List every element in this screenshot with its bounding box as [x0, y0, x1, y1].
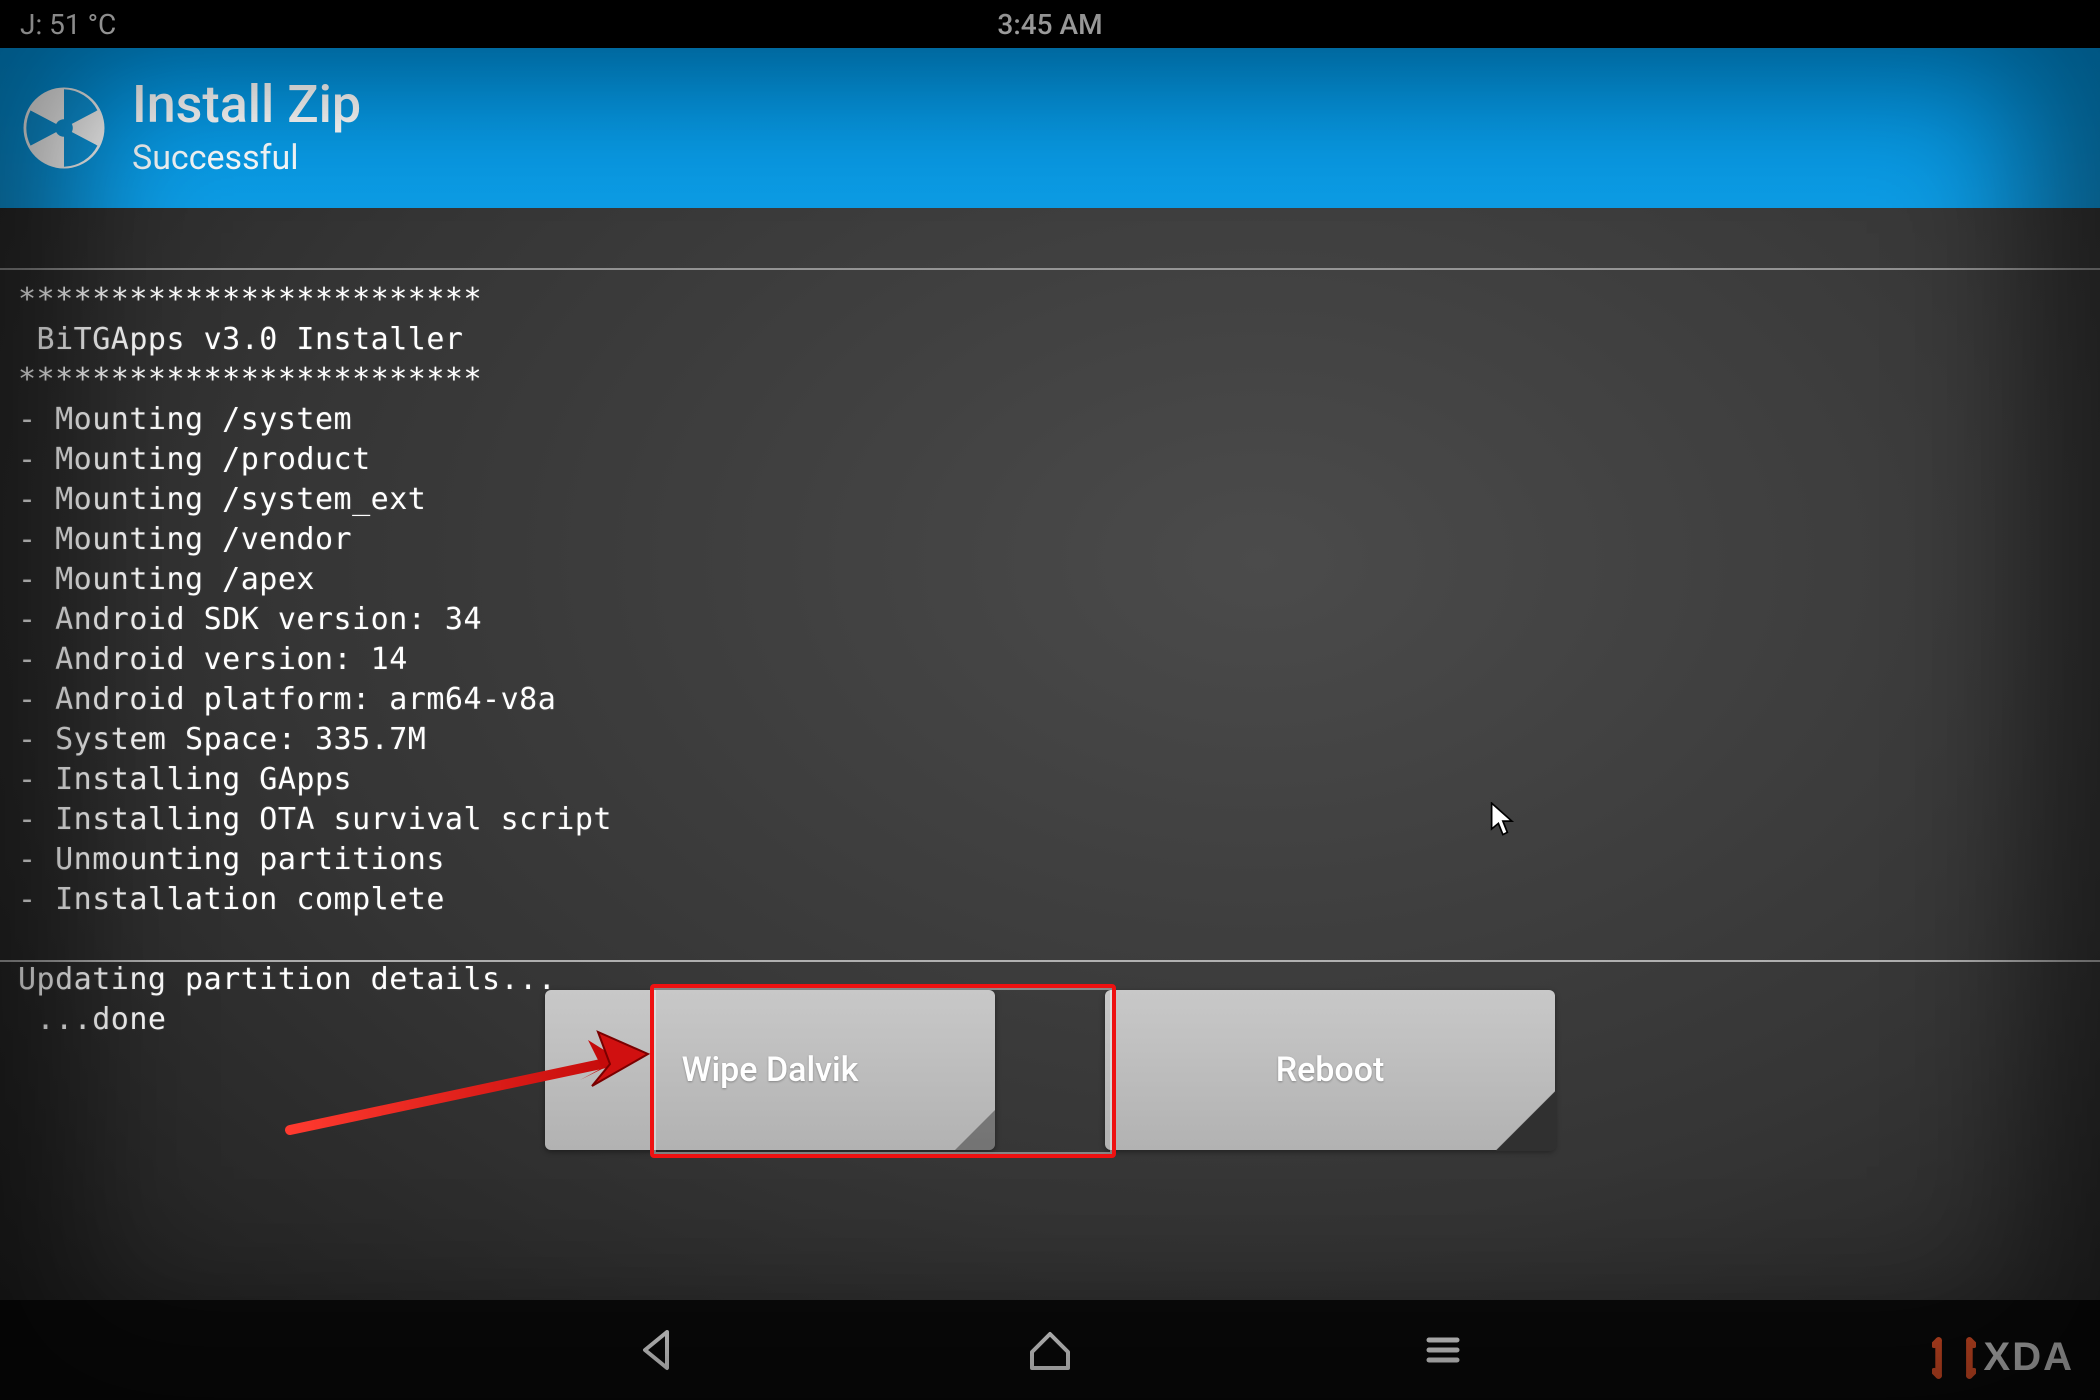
nav-menu-button[interactable]	[1413, 1320, 1473, 1380]
twrp-logo-icon	[20, 84, 108, 172]
status-time: 3:45 AM	[997, 8, 1102, 41]
reboot-button[interactable]: Reboot	[1105, 990, 1555, 1150]
status-bar: J: 51 °C 3:45 AM	[0, 0, 2100, 48]
home-icon	[1026, 1326, 1074, 1374]
back-icon	[633, 1326, 681, 1374]
header: Install Zip Successful	[0, 48, 2100, 208]
status-temp: J: 51 °C	[20, 8, 116, 41]
page-subtitle: Successful	[132, 138, 361, 178]
divider	[0, 960, 2100, 962]
console-output: ************************* BiTGApps v3.0 …	[18, 280, 2082, 1040]
xda-watermark: XDA	[1932, 1335, 2074, 1380]
xda-watermark-text: XDA	[1984, 1335, 2074, 1380]
cursor-icon	[1490, 802, 1518, 838]
wipe-dalvik-button[interactable]: Wipe Dalvik	[545, 990, 995, 1150]
page-title: Install Zip	[132, 78, 361, 133]
nav-back-button[interactable]	[627, 1320, 687, 1380]
menu-icon	[1419, 1326, 1467, 1374]
xda-logo-icon	[1932, 1336, 1976, 1380]
nav-home-button[interactable]	[1020, 1320, 1080, 1380]
button-corner-decoration	[955, 1110, 995, 1150]
divider	[0, 268, 2100, 270]
wipe-dalvik-label: Wipe Dalvik	[682, 1050, 859, 1090]
reboot-label: Reboot	[1276, 1050, 1385, 1090]
nav-bar	[0, 1300, 2100, 1400]
button-row: Wipe Dalvik Reboot	[0, 990, 2100, 1170]
